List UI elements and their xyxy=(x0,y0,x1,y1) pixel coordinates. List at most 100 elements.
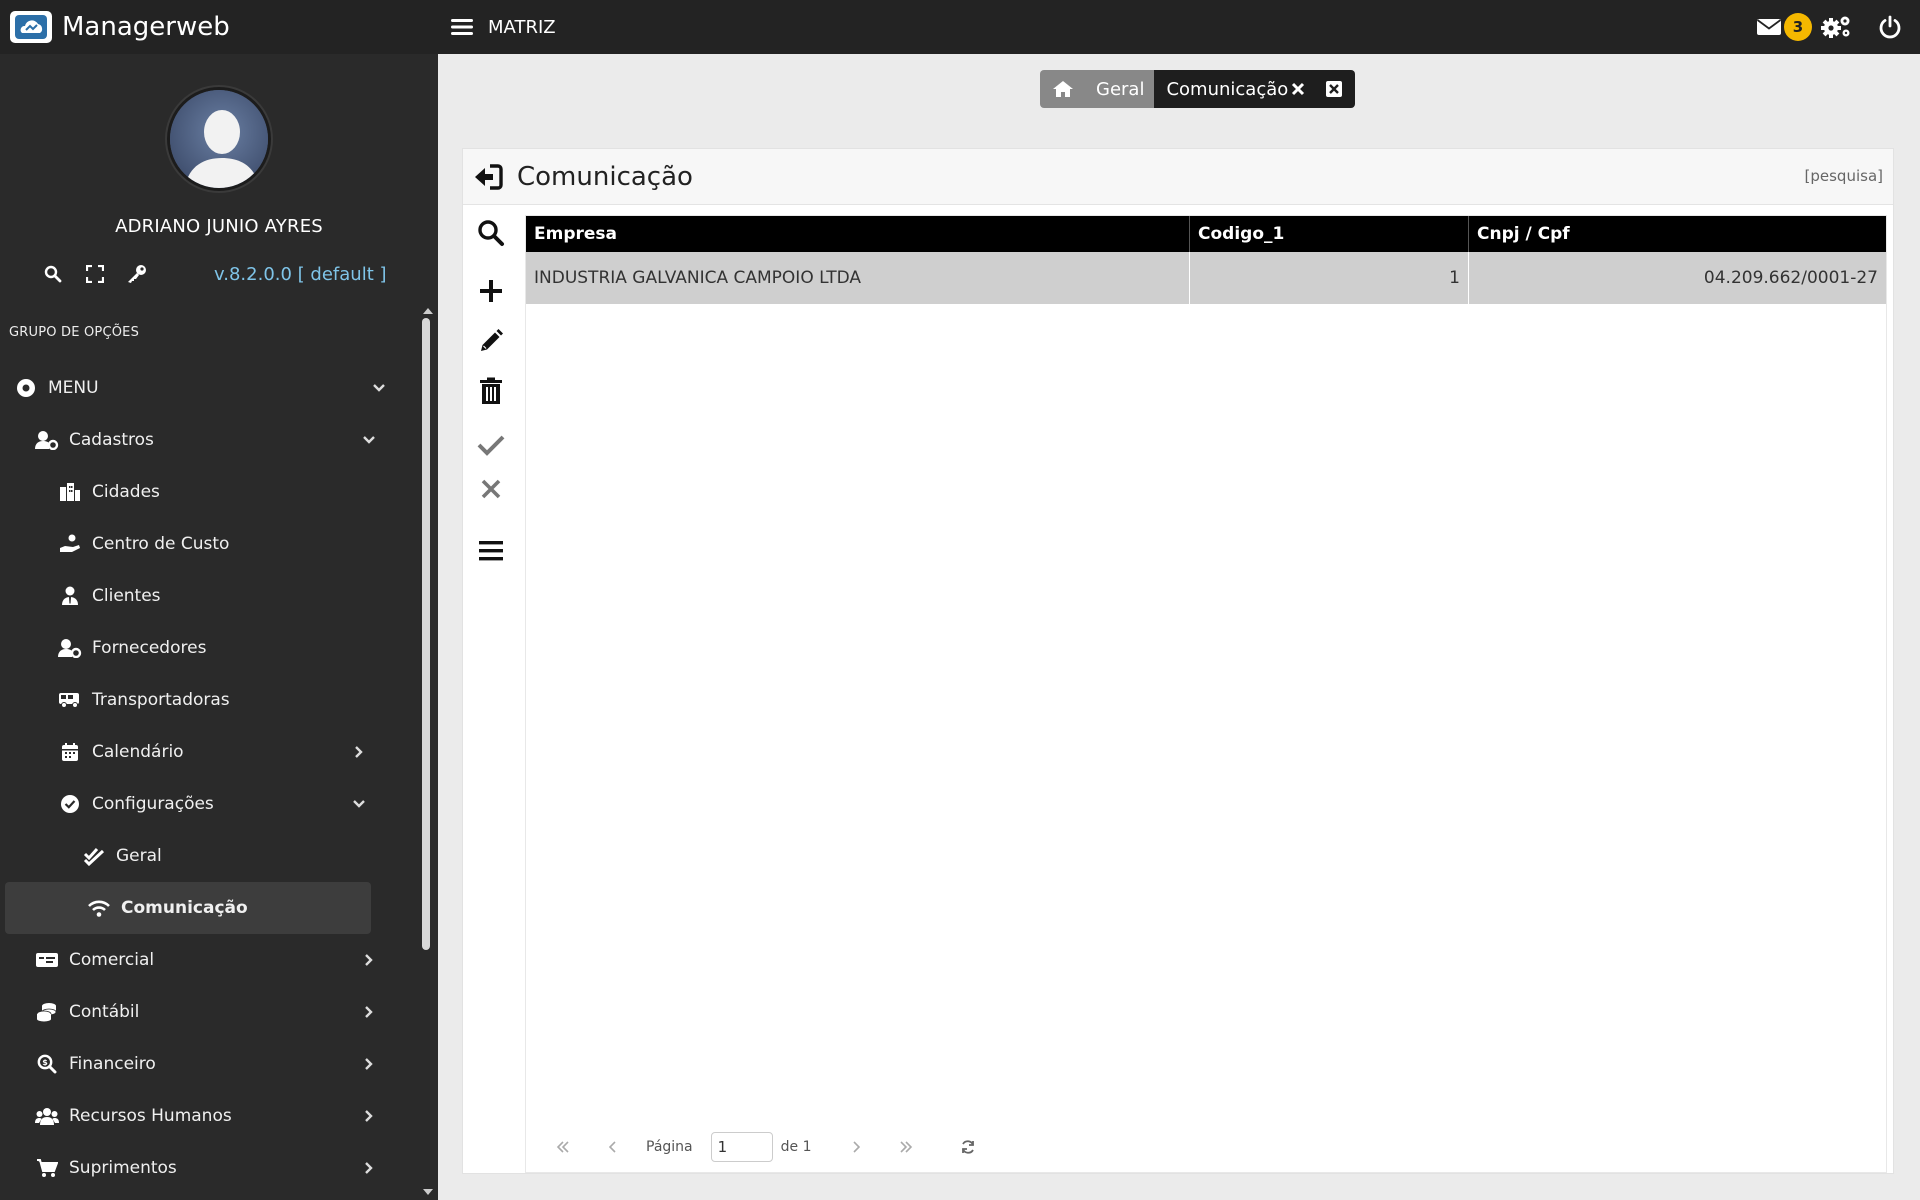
chevron-down-icon xyxy=(362,435,376,445)
user-profile: ADRIANO JUNIO AYRES xyxy=(0,54,438,237)
panel-header: Comunicação [pesquisa] xyxy=(463,149,1893,205)
sidebar-item-cidades[interactable]: Cidades xyxy=(0,466,438,518)
search-dollar-icon: $ xyxy=(35,1053,59,1075)
sidebar-item-label: Clientes xyxy=(92,586,161,606)
sidebar-item-financeiro[interactable]: $ Financeiro xyxy=(0,1038,438,1090)
column-header-codigo[interactable]: Codigo_1 xyxy=(1190,216,1469,252)
wifi-icon xyxy=(87,897,111,919)
chevron-right-icon xyxy=(364,1057,374,1071)
search-icon[interactable] xyxy=(32,265,74,283)
sign-in-icon[interactable] xyxy=(473,163,503,190)
sidebar-item-suprimentos[interactable]: Suprimentos xyxy=(0,1142,438,1194)
close-all-icon[interactable] xyxy=(1325,80,1343,98)
prev-page-icon[interactable] xyxy=(588,1141,638,1153)
fullscreen-icon[interactable] xyxy=(74,265,116,283)
sidebar-item-label: Cidades xyxy=(92,482,160,502)
sidebar-item-label: Fornecedores xyxy=(92,638,207,658)
user-cog-icon xyxy=(35,429,59,451)
cell-empresa: INDUSTRIA GALVANICA CAMPOIO LTDA xyxy=(526,252,1190,304)
main-panel: Comunicação [pesquisa] Empresa Codigo_1 xyxy=(462,148,1894,1174)
sidebar-item-recursos-humanos[interactable]: Recursos Humanos xyxy=(0,1090,438,1142)
sidebar-item-label: Cadastros xyxy=(69,430,154,450)
user-name: ADRIANO JUNIO AYRES xyxy=(115,216,323,237)
add-icon[interactable] xyxy=(475,275,507,307)
confirm-check-icon[interactable] xyxy=(475,429,507,461)
messages-button[interactable]: 3 xyxy=(1756,13,1812,41)
pencil-icon[interactable] xyxy=(475,325,507,357)
trash-icon[interactable] xyxy=(475,375,507,407)
close-tab-icon[interactable] xyxy=(1291,82,1305,96)
chevron-right-icon xyxy=(364,1005,374,1019)
bus-icon xyxy=(58,689,82,711)
sidebar-item-label: Suprimentos xyxy=(69,1158,177,1178)
version-label[interactable]: v.8.2.0.0 [ default ] xyxy=(214,264,387,285)
sidebar-item-cadastros[interactable]: Cadastros xyxy=(0,414,438,466)
last-page-icon[interactable] xyxy=(881,1141,931,1153)
sidebar-item-geral[interactable]: Geral xyxy=(0,830,438,882)
topbar: MATRIZ 3 xyxy=(438,0,1920,54)
chevron-right-icon xyxy=(354,745,364,759)
next-page-icon[interactable] xyxy=(831,1141,881,1153)
cloud-logo-icon xyxy=(10,11,52,43)
table-row[interactable]: INDUSTRIA GALVANICA CAMPOIO LTDA 1 04.20… xyxy=(526,252,1886,304)
home-icon[interactable] xyxy=(1040,70,1086,108)
svg-text:$: $ xyxy=(42,1058,48,1067)
scroll-up-arrow[interactable] xyxy=(423,308,433,314)
grid-header: Empresa Codigo_1 Cnpj / Cpf xyxy=(526,216,1886,252)
first-page-icon[interactable] xyxy=(538,1141,588,1153)
sidebar-item-transportadoras[interactable]: Transportadoras xyxy=(0,674,438,726)
city-icon xyxy=(58,481,82,503)
cancel-x-icon[interactable] xyxy=(475,473,507,505)
sidebar-item-label: Centro de Custo xyxy=(92,534,230,554)
sidebar-item-menu[interactable]: MENU xyxy=(0,362,438,414)
sidebar-item-fornecedores[interactable]: Fornecedores xyxy=(0,622,438,674)
chevron-down-icon xyxy=(372,383,386,393)
check-double-icon xyxy=(82,845,106,867)
brand[interactable]: Managerweb xyxy=(0,0,438,54)
pesquisa-link[interactable]: [pesquisa] xyxy=(1805,167,1883,185)
sidebar-item-comercial[interactable]: Comercial xyxy=(0,934,438,986)
coins-icon xyxy=(35,1001,59,1023)
cell-cnpj: 04.209.662/0001-27 xyxy=(1703,268,1878,288)
sidebar: Managerweb ADRIANO JUNIO AYRES v.8.2.0.0… xyxy=(0,0,438,1200)
sidebar-item-contabil[interactable]: Contábil xyxy=(0,986,438,1038)
sidebar-item-centro-de-custo[interactable]: Centro de Custo xyxy=(0,518,438,570)
sidebar-item-calendario[interactable]: Calendário xyxy=(0,726,438,778)
sidebar-scrollbar[interactable] xyxy=(422,318,430,950)
sidebar-item-label: Geral xyxy=(116,846,162,866)
column-header-empresa[interactable]: Empresa xyxy=(526,216,1190,252)
power-icon[interactable] xyxy=(1878,15,1902,39)
scroll-down-arrow[interactable] xyxy=(423,1189,433,1195)
sidebar-item-label: Contábil xyxy=(69,1002,140,1022)
users-icon xyxy=(35,1105,59,1127)
sidebar-item-comunicacao[interactable]: Comunicação xyxy=(5,882,371,934)
breadcrumb-geral[interactable]: Geral xyxy=(1086,70,1155,108)
page-total-label: de 1 xyxy=(780,1139,812,1155)
hamburger-menu-icon[interactable] xyxy=(450,17,474,37)
column-header-cnpj[interactable]: Cnpj / Cpf xyxy=(1469,216,1886,252)
search-icon[interactable] xyxy=(475,217,507,249)
key-icon[interactable] xyxy=(116,264,158,284)
id-card-icon xyxy=(35,949,59,971)
breadcrumb-active[interactable]: Comunicação xyxy=(1154,70,1356,108)
refresh-icon[interactable] xyxy=(943,1139,993,1155)
shopping-cart-icon xyxy=(35,1157,59,1179)
breadcrumb: Geral Comunicação xyxy=(1040,70,1356,108)
sidebar-item-configuracoes[interactable]: Configurações xyxy=(0,778,438,830)
sidebar-item-label: Recursos Humanos xyxy=(69,1106,232,1126)
chevron-right-icon xyxy=(364,1161,374,1175)
app-name: Managerweb xyxy=(62,12,230,42)
user-cog-icon xyxy=(58,637,82,659)
avatar[interactable] xyxy=(167,87,271,191)
user-tie-icon xyxy=(58,585,82,607)
company-name[interactable]: MATRIZ xyxy=(488,17,556,38)
sidebar-item-label: Comunicação xyxy=(121,898,248,918)
settings-cogs-icon[interactable] xyxy=(1820,14,1852,40)
sidebar-item-clientes[interactable]: Clientes xyxy=(0,570,438,622)
list-menu-icon[interactable] xyxy=(475,535,507,567)
sidebar-item-label: MENU xyxy=(48,378,99,398)
chevron-down-icon xyxy=(352,799,366,809)
page-number-input[interactable] xyxy=(710,1132,773,1162)
hand-coin-icon xyxy=(58,533,82,555)
dot-circle-icon xyxy=(14,377,38,399)
